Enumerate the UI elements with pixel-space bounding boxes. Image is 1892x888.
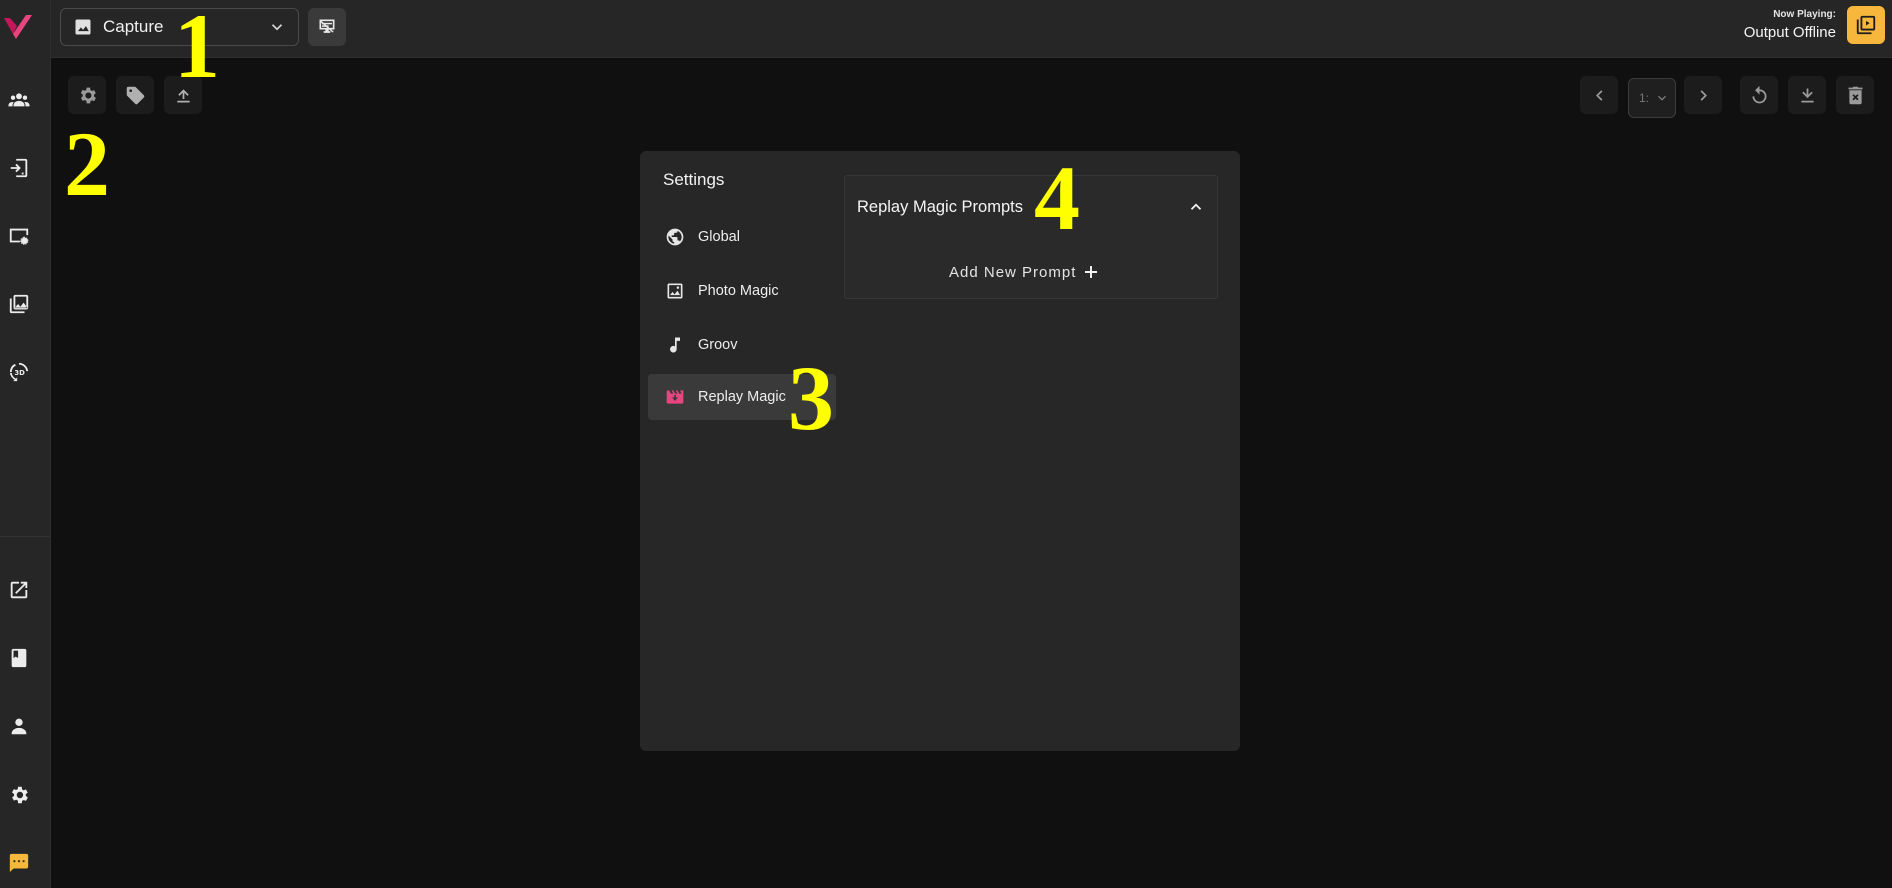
book-icon [11, 648, 27, 668]
settings-title: Settings [663, 170, 725, 189]
photo-icon [667, 283, 683, 299]
open-external-icon [10, 581, 28, 599]
annotation-1: 1 [174, 0, 220, 97]
page-select-value: 1: [1639, 91, 1650, 105]
previous-button[interactable] [1580, 76, 1618, 114]
display-off-button[interactable] [308, 8, 346, 46]
sidebar-chat-button[interactable] [0, 844, 38, 882]
gallery-icon [9, 294, 29, 314]
plus-icon [1085, 266, 1098, 278]
sidebar-profile-button[interactable] [0, 707, 38, 745]
add-new-prompt-label: Add New Prompt [949, 263, 1077, 281]
chevron-left-icon [1595, 89, 1602, 101]
3d-rotate-icon: 3D [9, 362, 29, 382]
settings-nav-label: Groov [698, 337, 738, 353]
toolbar-tag-button[interactable] [116, 76, 154, 114]
toolbar-settings-button[interactable] [68, 76, 106, 114]
now-playing: Now Playing: Output Offline [1744, 9, 1836, 41]
output-window-icon [1856, 15, 1876, 35]
sidebar-book-button[interactable] [0, 639, 38, 677]
users-icon [8, 93, 30, 107]
globe-icon [666, 228, 684, 246]
brand-logo[interactable] [0, 8, 36, 44]
sidebar-divider [0, 536, 50, 537]
download-button[interactable] [1788, 76, 1826, 114]
replay-magic-prompts-section: Replay Magic Prompts Add New Prompt [844, 175, 1218, 299]
device-login-icon [10, 158, 28, 178]
trash-icon [1848, 86, 1862, 104]
reset-button[interactable] [1740, 76, 1778, 114]
sidebar-device-login-button[interactable] [0, 149, 38, 187]
settings-nav-label: Global [698, 229, 740, 245]
download-icon [1800, 88, 1814, 102]
replay-magic-prompts-title: Replay Magic Prompts [857, 197, 1023, 216]
settings-nav-label: Replay Magic [698, 389, 786, 405]
logo-icon [4, 15, 32, 39]
screen-settings-icon [9, 228, 29, 245]
chat-icon [9, 853, 29, 873]
music-note-icon [670, 337, 680, 353]
delete-button[interactable] [1836, 76, 1874, 114]
chevron-up-icon [1190, 203, 1202, 210]
display-off-icon [319, 19, 335, 33]
chevron-right-icon [1700, 89, 1707, 101]
now-playing-status: Output Offline [1743, 24, 1836, 41]
next-button[interactable] [1684, 76, 1722, 114]
gear-icon [12, 786, 28, 804]
annotation-2: 2 [64, 113, 110, 215]
image-icon [75, 19, 91, 35]
sidebar-screen-settings-button[interactable] [0, 217, 38, 255]
movie-icon [666, 390, 684, 404]
gear-outline-icon [80, 87, 96, 103]
tag-icon [126, 86, 144, 104]
svg-text:3D: 3D [14, 369, 25, 377]
replay-magic-prompts-header[interactable]: Replay Magic Prompts [845, 176, 1217, 238]
left-sidebar: 3D [0, 0, 51, 888]
reset-icon [1752, 85, 1766, 103]
sidebar-settings-button[interactable] [0, 776, 38, 814]
chevron-down-icon [1658, 95, 1666, 101]
output-window-button[interactable] [1847, 6, 1885, 44]
annotation-3: 3 [788, 347, 834, 449]
settings-nav-photo-magic[interactable]: Photo Magic [648, 268, 836, 314]
top-bar: Capture Now Playing: Output Offline [51, 0, 1892, 58]
add-new-prompt-button[interactable]: Add New Prompt [949, 261, 1100, 283]
settings-nav-label: Photo Magic [698, 283, 779, 299]
person-icon [11, 718, 27, 735]
settings-panel: Settings Global Photo Magic Groov Replay… [640, 151, 1240, 751]
sidebar-users-button[interactable] [0, 81, 38, 119]
sidebar-gallery-button[interactable] [0, 285, 38, 323]
page-select[interactable]: 1: [1628, 78, 1676, 118]
sidebar-open-external-button[interactable] [0, 571, 38, 609]
annotation-4: 4 [1034, 147, 1080, 249]
chevron-down-icon [271, 24, 283, 31]
sidebar-3d-button[interactable]: 3D [0, 353, 38, 391]
settings-nav-global[interactable]: Global [648, 214, 836, 260]
now-playing-label: Now Playing: [1773, 9, 1836, 20]
